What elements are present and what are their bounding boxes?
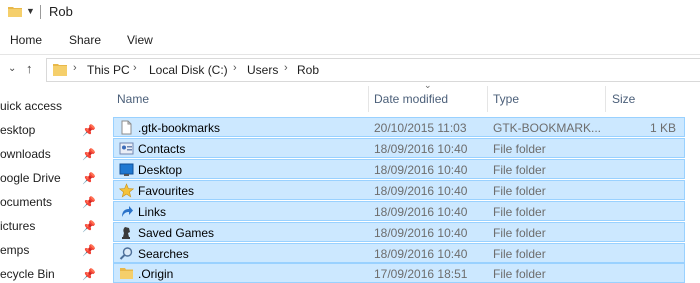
file-type: File folder (493, 142, 546, 156)
breadcrumb-chevron-icon[interactable]: › (233, 62, 237, 74)
nav-item-quick-access[interactable]: uick access (0, 99, 62, 113)
file-name: .gtk-bookmarks (138, 121, 221, 135)
file-type: File folder (493, 267, 546, 281)
file-type: File folder (493, 163, 546, 177)
pin-icon: 📌 (82, 149, 96, 161)
file-type: File folder (493, 184, 546, 198)
title-bar: ▼ Rob (0, 0, 700, 28)
pin-icon: 📌 (82, 125, 96, 137)
column-header-name[interactable]: Name (117, 92, 149, 106)
pin-icon: 📌 (82, 173, 96, 185)
document-icon (121, 120, 132, 135)
folder-icon (120, 268, 133, 279)
list-item[interactable]: .gtk-bookmarks 20/10/2015 11:03 GTK-BOOK… (113, 117, 685, 137)
column-header-date[interactable]: Date modified (374, 92, 448, 106)
recent-locations-icon[interactable]: ⌄ (8, 63, 16, 74)
breadcrumb-chevron-icon[interactable]: › (284, 62, 288, 74)
file-type: GTK-BOOKMARK... (493, 121, 602, 135)
pin-icon: 📌 (82, 221, 96, 233)
folder-icon (8, 7, 22, 17)
list-item[interactable]: Saved Games 18/09/2016 10:40 File folder (113, 222, 685, 242)
column-header-type[interactable]: Type (493, 92, 519, 106)
breadcrumb-rob[interactable]: Rob (297, 63, 319, 77)
file-name: Links (138, 205, 167, 219)
tab-view[interactable]: View (127, 33, 153, 47)
list-item[interactable]: Contacts 18/09/2016 10:40 File folder (113, 138, 685, 158)
desktop-icon (119, 163, 134, 176)
file-date: 18/09/2016 10:40 (374, 184, 468, 198)
file-date: 18/09/2016 10:40 (374, 205, 468, 219)
file-date: 17/09/2016 18:51 (374, 267, 468, 281)
file-name: Contacts (138, 142, 186, 156)
list-item[interactable]: .Origin 17/09/2016 18:51 File folder (113, 263, 685, 283)
nav-item-pictures[interactable]: ictures (0, 219, 35, 233)
navigation-pane: uick access esktop 📌 ownloads 📌 oogle Dr… (0, 84, 100, 282)
breadcrumb-users[interactable]: Users (247, 63, 278, 77)
tab-share[interactable]: Share (69, 33, 101, 47)
column-header-size[interactable]: Size (612, 92, 635, 106)
file-name: Saved Games (138, 226, 215, 240)
nav-item-google-drive[interactable]: oogle Drive (0, 171, 61, 185)
link-arrow-icon (122, 206, 133, 217)
nav-item-temps[interactable]: emps (0, 243, 29, 257)
file-type: File folder (493, 226, 546, 240)
breadcrumb-chevron-icon[interactable]: › (133, 62, 137, 74)
ribbon-tabs: Home Share View (0, 28, 700, 54)
nav-item-documents[interactable]: ocuments (0, 195, 52, 209)
column-divider[interactable] (605, 86, 606, 112)
file-name: Searches (138, 247, 189, 261)
star-icon (119, 183, 134, 198)
file-name: Desktop (138, 163, 183, 177)
breadcrumb-this-pc[interactable]: This PC (87, 63, 130, 77)
column-divider[interactable] (487, 86, 488, 112)
nav-item-downloads[interactable]: ownloads (0, 147, 51, 161)
file-date: 18/09/2016 10:40 (374, 226, 468, 240)
file-name: Favourites (138, 184, 195, 198)
file-date: 20/10/2015 11:03 (374, 121, 467, 135)
contacts-icon (119, 142, 134, 155)
sort-indicator-icon: ⌄ (424, 80, 432, 90)
title-separator (40, 5, 41, 19)
up-arrow-icon[interactable]: ↑ (26, 61, 33, 76)
window-title: Rob (49, 4, 73, 19)
tab-home[interactable]: Home (10, 33, 42, 47)
list-item[interactable]: Favourites 18/09/2016 10:40 File folder (113, 180, 685, 200)
quick-access-dropdown-icon[interactable]: ▼ (26, 6, 35, 16)
file-date: 18/09/2016 10:40 (374, 247, 468, 261)
list-item[interactable]: Searches 18/09/2016 10:40 File folder (113, 243, 685, 263)
column-divider[interactable] (368, 86, 369, 112)
pin-icon: 📌 (82, 269, 96, 281)
chess-piece-icon (122, 227, 130, 239)
file-type: File folder (493, 247, 546, 261)
list-item[interactable]: Desktop 18/09/2016 10:40 File folder (113, 159, 685, 179)
pin-icon: 📌 (82, 197, 96, 209)
nav-item-desktop[interactable]: esktop (0, 123, 35, 137)
file-date: 18/09/2016 10:40 (374, 142, 468, 156)
list-item[interactable]: Links 18/09/2016 10:40 File folder (113, 201, 685, 221)
folder-icon (53, 64, 67, 76)
magnifier-icon (119, 247, 133, 260)
address-row: ⌄ ↑ › This PC › Local Disk (C:) › Users … (0, 54, 700, 83)
pin-icon: 📌 (82, 245, 96, 257)
file-size: 1 KB (649, 121, 676, 135)
breadcrumb-local-disk[interactable]: Local Disk (C:) (149, 63, 228, 77)
file-date: 18/09/2016 10:40 (374, 163, 468, 177)
nav-item-recycle-bin[interactable]: ecycle Bin (0, 267, 55, 281)
file-type: File folder (493, 205, 546, 219)
breadcrumb-chevron-icon[interactable]: › (73, 62, 77, 74)
address-bar[interactable]: › This PC › Local Disk (C:) › Users › Ro… (46, 58, 700, 82)
file-name: .Origin (138, 267, 174, 281)
